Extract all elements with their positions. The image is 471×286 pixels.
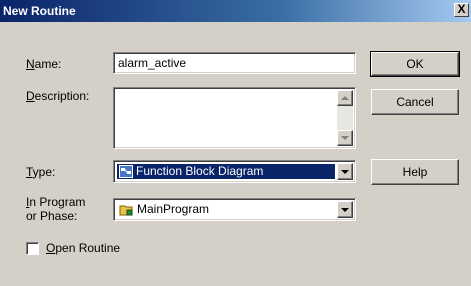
type-select[interactable]: Function Block Diagram: [113, 160, 356, 183]
name-label: Name:: [26, 57, 62, 71]
chevron-down-icon: [341, 169, 349, 174]
help-button[interactable]: Help: [371, 159, 459, 185]
program-label: In Program: [26, 195, 86, 209]
description-label: Description:: [26, 89, 90, 103]
program-label-line2: or Phase:: [26, 209, 78, 223]
type-label: Type:: [26, 165, 56, 179]
program-select[interactable]: MainProgram: [113, 198, 356, 221]
type-select-highlight: Function Block Diagram: [116, 163, 336, 180]
close-icon: X: [457, 2, 466, 16]
program-folder-icon: [119, 203, 134, 216]
scroll-up-button[interactable]: [337, 90, 353, 106]
title-bar: New Routine X: [0, 0, 471, 22]
open-routine-label[interactable]: Open Routine: [46, 241, 120, 255]
cancel-button[interactable]: Cancel: [371, 89, 459, 115]
description-field[interactable]: [113, 87, 356, 149]
description-scrollbar[interactable]: [337, 90, 353, 146]
name-field[interactable]: alarm_active: [113, 52, 356, 74]
chevron-down-icon: [341, 207, 349, 212]
type-select-value: Function Block Diagram: [136, 164, 264, 178]
close-button[interactable]: X: [454, 3, 469, 17]
scroll-up-icon: [341, 96, 349, 100]
name-field-value: alarm_active: [118, 56, 187, 70]
type-dropdown-button[interactable]: [337, 163, 353, 180]
scroll-down-icon: [341, 136, 349, 140]
program-select-value: MainProgram: [137, 202, 210, 216]
ok-button[interactable]: OK: [370, 51, 460, 77]
open-routine-checkbox[interactable]: [26, 242, 39, 255]
window-title: New Routine: [3, 4, 76, 18]
function-block-diagram-icon: [119, 165, 133, 178]
scroll-down-button[interactable]: [337, 130, 353, 146]
program-dropdown-button[interactable]: [337, 201, 353, 218]
